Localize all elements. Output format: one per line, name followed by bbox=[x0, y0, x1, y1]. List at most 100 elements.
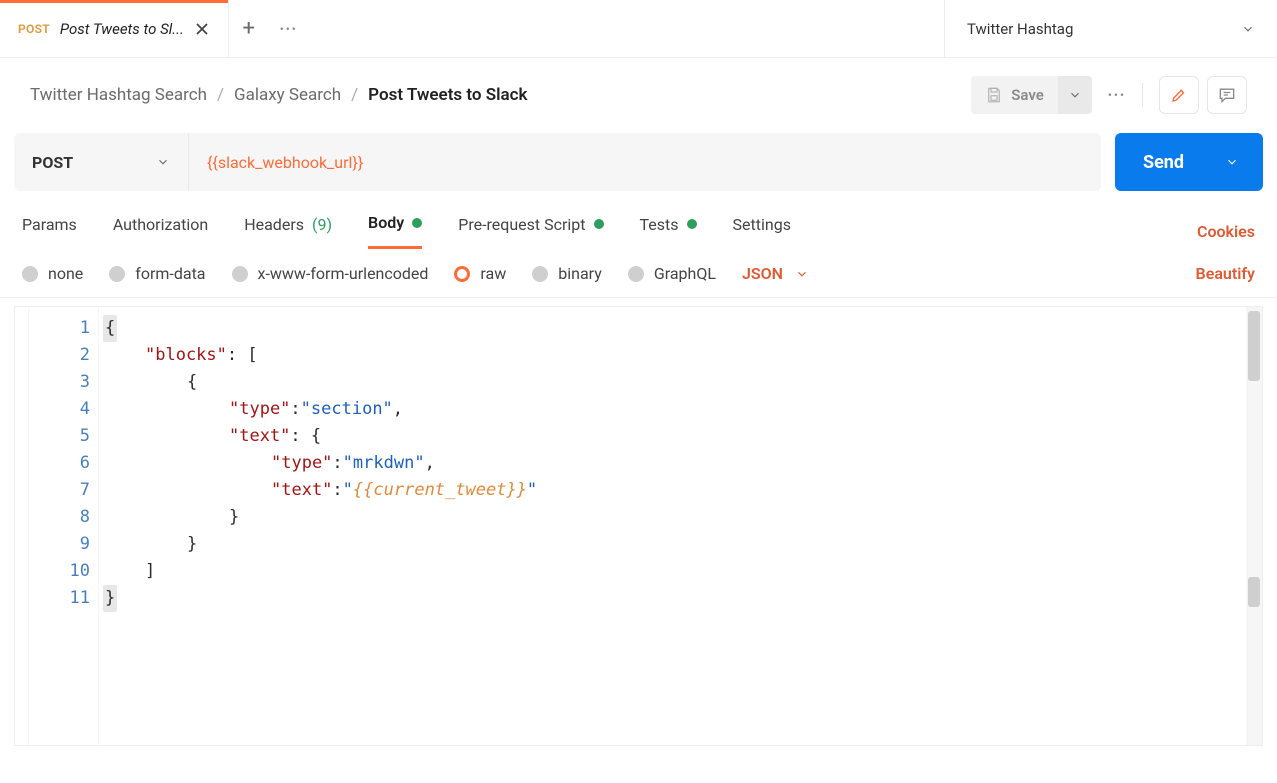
tabs-bar: POST Post Tweets to Sl... + ••• Twitter … bbox=[0, 0, 1277, 58]
breadcrumb-current: Post Tweets to Slack bbox=[368, 85, 527, 105]
body-binary-radio[interactable]: binary bbox=[532, 264, 602, 283]
url-input[interactable]: {{slack_webhook_url}} bbox=[189, 133, 1101, 191]
fold-gutter[interactable] bbox=[15, 307, 29, 745]
tab-settings[interactable]: Settings bbox=[733, 215, 791, 248]
radio-icon bbox=[532, 266, 548, 282]
more-actions-button[interactable]: ••• bbox=[1108, 88, 1126, 102]
editor-scrollbar[interactable] bbox=[1246, 307, 1262, 745]
tab-headers[interactable]: Headers (9) bbox=[244, 215, 332, 248]
scrollbar-thumb[interactable] bbox=[1248, 311, 1260, 381]
send-label: Send bbox=[1143, 152, 1184, 173]
comments-button[interactable] bbox=[1207, 76, 1247, 114]
body-formdata-radio[interactable]: form-data bbox=[109, 264, 205, 283]
tab-title: Post Tweets to Sl... bbox=[60, 20, 184, 38]
http-method-selector[interactable]: POST bbox=[14, 133, 189, 191]
breadcrumb-separator: / bbox=[351, 85, 358, 105]
cookies-link[interactable]: Cookies bbox=[1197, 222, 1255, 241]
body-lang-selector[interactable]: JSON bbox=[742, 264, 809, 283]
body-lang-label: JSON bbox=[742, 264, 783, 283]
breadcrumb-row: Twitter Hashtag Search / Galaxy Search /… bbox=[0, 58, 1277, 133]
tab-authorization[interactable]: Authorization bbox=[113, 215, 208, 248]
body-urlencoded-radio[interactable]: x-www-form-urlencoded bbox=[232, 264, 429, 283]
radio-selected-icon bbox=[454, 266, 470, 282]
send-button[interactable]: Send bbox=[1115, 133, 1263, 191]
chevron-down-icon bbox=[156, 155, 170, 169]
chevron-down-icon bbox=[1225, 155, 1239, 169]
radio-icon bbox=[22, 266, 38, 282]
breadcrumb-actions: Save ••• bbox=[971, 76, 1247, 114]
tab-headers-label: Headers bbox=[244, 215, 304, 234]
body-binary-label: binary bbox=[558, 264, 602, 283]
tab-tests[interactable]: Tests bbox=[640, 215, 697, 248]
comment-icon bbox=[1217, 85, 1237, 105]
radio-icon bbox=[628, 266, 644, 282]
breadcrumb-collection[interactable]: Twitter Hashtag Search bbox=[30, 85, 207, 105]
body-raw-label: raw bbox=[480, 264, 506, 283]
tab-body-label: Body bbox=[368, 213, 404, 232]
environment-name: Twitter Hashtag bbox=[967, 20, 1073, 38]
code-line: "text": { bbox=[103, 423, 1232, 450]
chevron-down-icon bbox=[1241, 22, 1255, 36]
body-none-label: none bbox=[48, 264, 83, 283]
breadcrumb-folder[interactable]: Galaxy Search bbox=[234, 85, 341, 105]
radio-icon bbox=[232, 266, 248, 282]
dot-indicator-icon bbox=[412, 218, 422, 228]
code-line: } bbox=[103, 504, 1232, 531]
edit-button[interactable] bbox=[1159, 76, 1199, 114]
request-box: POST {{slack_webhook_url}} bbox=[14, 133, 1101, 191]
close-icon[interactable] bbox=[194, 21, 210, 37]
dot-indicator-icon bbox=[594, 219, 604, 229]
tab-params[interactable]: Params bbox=[22, 215, 77, 248]
beautify-button[interactable]: Beautify bbox=[1196, 264, 1255, 283]
code-line: "type": "mrkdwn", bbox=[103, 450, 1232, 477]
save-button[interactable]: Save bbox=[971, 76, 1058, 114]
code-line: { bbox=[103, 315, 1232, 342]
code-editor[interactable]: 1 2 3 4 5 6 7 8 9 10 11 { "blocks": [ { … bbox=[14, 306, 1263, 746]
tab-method-badge: POST bbox=[18, 22, 50, 36]
line-number: 3 bbox=[29, 369, 90, 396]
body-urlencoded-label: x-www-form-urlencoded bbox=[258, 264, 429, 283]
new-tab-button[interactable]: + bbox=[229, 0, 269, 57]
line-number: 7 bbox=[29, 477, 90, 504]
code-line: "text": "{{current_tweet}}" bbox=[103, 477, 1232, 504]
body-graphql-label: GraphQL bbox=[654, 264, 716, 283]
pencil-icon bbox=[1170, 86, 1188, 104]
tab-request-active[interactable]: POST Post Tweets to Sl... bbox=[0, 0, 229, 57]
line-number: 10 bbox=[29, 558, 90, 585]
tab-prerequest-label: Pre-request Script bbox=[458, 215, 585, 234]
code-line: "type": "section", bbox=[103, 396, 1232, 423]
environment-selector[interactable]: Twitter Hashtag bbox=[944, 0, 1277, 57]
http-method-value: POST bbox=[32, 153, 73, 172]
breadcrumb-separator: / bbox=[217, 85, 224, 105]
body-raw-radio[interactable]: raw bbox=[454, 264, 506, 283]
save-icon bbox=[985, 86, 1003, 104]
line-number: 5 bbox=[29, 423, 90, 450]
code-line: } bbox=[103, 531, 1232, 558]
body-graphql-radio[interactable]: GraphQL bbox=[628, 264, 716, 283]
request-tabs: Params Authorization Headers (9) Body Pr… bbox=[0, 191, 1277, 250]
code-line: "blocks": [ bbox=[103, 342, 1232, 369]
line-number: 9 bbox=[29, 531, 90, 558]
code-area[interactable]: { "blocks": [ { "type": "section", "text… bbox=[99, 307, 1246, 745]
line-number: 11 bbox=[29, 585, 90, 612]
divider bbox=[1142, 83, 1143, 107]
line-number: 2 bbox=[29, 342, 90, 369]
body-type-row: none form-data x-www-form-urlencoded raw… bbox=[0, 250, 1277, 298]
tab-prerequest[interactable]: Pre-request Script bbox=[458, 215, 603, 248]
save-dropdown[interactable] bbox=[1058, 76, 1092, 114]
code-line: ] bbox=[103, 558, 1232, 585]
chevron-down-icon bbox=[795, 267, 809, 281]
chevron-down-icon bbox=[1068, 88, 1082, 102]
tab-overflow-button[interactable]: ••• bbox=[269, 0, 309, 57]
tab-active-indicator bbox=[0, 0, 228, 3]
radio-icon bbox=[109, 266, 125, 282]
line-number-gutter: 1 2 3 4 5 6 7 8 9 10 11 bbox=[29, 307, 99, 745]
line-number: 4 bbox=[29, 396, 90, 423]
tab-body[interactable]: Body bbox=[368, 213, 422, 249]
scrollbar-thumb[interactable] bbox=[1248, 577, 1260, 607]
dot-indicator-icon bbox=[687, 219, 697, 229]
line-number: 1 bbox=[29, 315, 90, 342]
line-number: 6 bbox=[29, 450, 90, 477]
body-none-radio[interactable]: none bbox=[22, 264, 83, 283]
breadcrumb: Twitter Hashtag Search / Galaxy Search /… bbox=[30, 85, 528, 105]
